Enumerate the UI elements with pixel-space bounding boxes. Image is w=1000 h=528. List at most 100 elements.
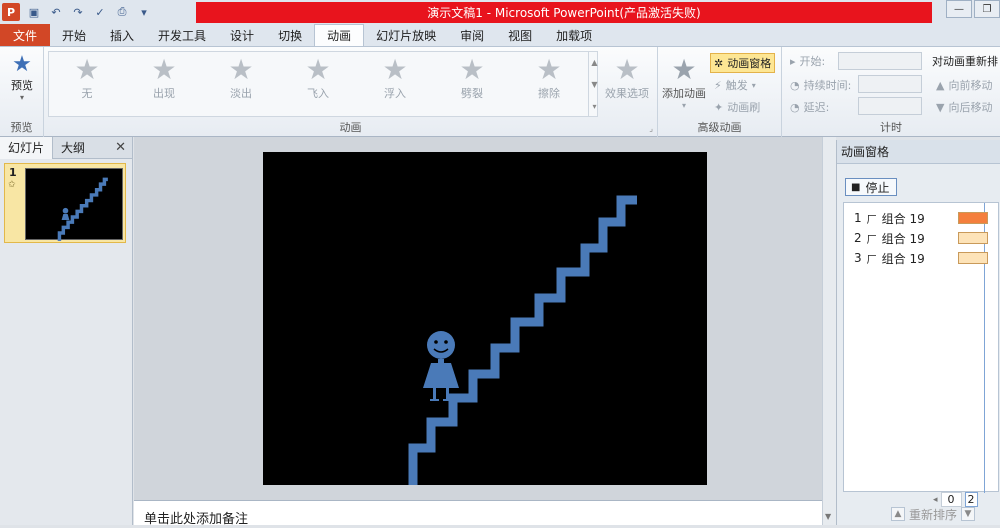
- restore-icon[interactable]: ❐: [974, 0, 1000, 18]
- slide-thumbnail: [25, 168, 123, 241]
- stop-label: 停止: [865, 180, 890, 195]
- window-title: 演示文稿1 - Microsoft PowerPoint(产品激活失败): [196, 2, 932, 23]
- trigger-icon: ⚡: [714, 78, 722, 92]
- timing-bar[interactable]: [958, 232, 988, 244]
- customize-qat-icon[interactable]: ▾: [136, 4, 152, 20]
- scroll-up-icon[interactable]: ▲: [591, 58, 597, 67]
- animation-index: 3: [854, 251, 862, 265]
- preview-star-icon: ★: [12, 52, 32, 77]
- star-icon: ★: [228, 53, 254, 86]
- arrow-down-icon: ▼: [936, 100, 945, 114]
- star-icon: ★: [536, 53, 562, 86]
- trigger-button[interactable]: ⚡ 触发 ▾: [714, 77, 756, 93]
- move-later-button[interactable]: ▼ 向后移动: [936, 99, 992, 115]
- slide-canvas[interactable]: [263, 152, 707, 485]
- scroll-down-icon[interactable]: ▼: [825, 512, 831, 521]
- preview-button[interactable]: ★ 预览 ▾: [8, 52, 36, 103]
- tab-transitions[interactable]: 切换: [266, 24, 314, 46]
- tab-design[interactable]: 设计: [218, 24, 266, 46]
- slide-artwork: [408, 195, 637, 485]
- chevron-down-icon: ▾: [751, 80, 756, 90]
- add-animation-label: 添加动画: [662, 87, 706, 100]
- trigger-mouse-icon: 厂: [866, 254, 877, 266]
- move-earlier-button[interactable]: ▲ 向前移动: [936, 77, 992, 93]
- stick-figure-shape[interactable]: [423, 331, 459, 401]
- spelling-icon[interactable]: ✓: [92, 4, 108, 20]
- list-item[interactable]: 1 厂 组合 19: [844, 209, 1000, 227]
- effect-options-icon: ★: [614, 53, 640, 86]
- more-icon[interactable]: ▾: [592, 102, 596, 111]
- reorder-title: 对动画重新排: [932, 55, 998, 68]
- tab-slideshow[interactable]: 幻灯片放映: [364, 24, 448, 46]
- animation-painter-button[interactable]: ✦ 动画刷: [714, 99, 760, 115]
- animation-group: ★ 无 ★ 出现 ★ 淡出 ★ 飞入 ★ 浮入 ★ 劈裂 ★ 擦除 ▲ ▼ ▾ …: [44, 47, 658, 137]
- start-dropdown[interactable]: [838, 52, 922, 70]
- move-later-label: 向后移动: [948, 101, 993, 114]
- tab-home[interactable]: 开始: [50, 24, 98, 46]
- animation-appear[interactable]: ★ 出现: [129, 55, 199, 101]
- delay-label: 延迟:: [803, 101, 830, 114]
- redo-icon[interactable]: ↷: [70, 4, 86, 20]
- notes-pane[interactable]: 单击此处添加备注: [134, 500, 822, 527]
- tab-file[interactable]: 文件: [0, 24, 50, 46]
- move-down-icon[interactable]: ▼: [961, 507, 976, 521]
- delay-spinner[interactable]: [858, 97, 922, 115]
- scroll-down-icon[interactable]: ▼: [591, 80, 597, 89]
- move-earlier-label: 向前移动: [948, 79, 993, 92]
- animation-wipe-label: 擦除: [538, 87, 560, 100]
- timing-bar[interactable]: [958, 252, 988, 264]
- slide-thumbnail-selected[interactable]: 1 ✩: [4, 163, 126, 243]
- animation-pane: 动画窗格 ■ 停止 1 厂 组合 19 2 厂 组合 19 3 厂 组合 19 …: [836, 140, 1000, 525]
- effect-options-label: 效果选项: [605, 87, 649, 100]
- stop-icon: ■: [851, 181, 861, 193]
- vertical-scrollbar[interactable]: ▼: [822, 137, 836, 525]
- animation-none-label: 无: [81, 87, 93, 100]
- stop-button[interactable]: ■ 停止: [845, 178, 897, 196]
- animation-fade-label: 淡出: [230, 87, 252, 100]
- animation-split[interactable]: ★ 劈裂: [437, 55, 507, 101]
- advanced-animation-group: ★ 添加动画 ▾ ✲ 动画窗格 ⚡ 触发 ▾ ✦ 动画刷 高级动画: [658, 47, 782, 137]
- effect-options-button[interactable]: ★ 效果选项: [600, 55, 654, 101]
- tab-insert[interactable]: 插入: [98, 24, 146, 46]
- tab-view[interactable]: 视图: [496, 24, 544, 46]
- tab-outline[interactable]: 大纲: [53, 137, 93, 159]
- dialog-launcher-icon[interactable]: ⌟: [649, 124, 653, 133]
- animation-none[interactable]: ★ 无: [52, 55, 122, 101]
- ribbon-tabs: 文件 开始 插入 开发工具 设计 切换 动画 幻灯片放映 审阅 视图 加载项: [0, 24, 1000, 46]
- list-item[interactable]: 2 厂 组合 19: [844, 229, 1000, 247]
- tab-review[interactable]: 审阅: [448, 24, 496, 46]
- star-icon: ★: [74, 53, 100, 86]
- slides-panel: 幻灯片 大纲 ✕ 1 ✩: [0, 136, 133, 525]
- close-icon[interactable]: ✕: [115, 140, 126, 155]
- tab-developer[interactable]: 开发工具: [146, 24, 218, 46]
- start-label: 开始:: [799, 55, 826, 68]
- print-icon[interactable]: ⎙: [114, 4, 130, 20]
- tab-addins[interactable]: 加载项: [544, 24, 604, 46]
- animation-pane-button[interactable]: ✲ 动画窗格: [710, 53, 776, 73]
- slides-panel-tabs: 幻灯片 大纲 ✕: [0, 136, 132, 159]
- duration-label: 持续时间:: [803, 79, 852, 92]
- tab-animations[interactable]: 动画: [314, 24, 365, 46]
- save-icon[interactable]: ▣: [26, 4, 42, 20]
- animation-fade[interactable]: ★ 淡出: [206, 55, 276, 101]
- delay-field: ◔ 延迟:: [790, 99, 829, 115]
- tab-slides[interactable]: 幻灯片: [0, 136, 54, 159]
- animation-pane-title: 动画窗格: [837, 140, 1000, 164]
- trigger-mouse-icon: 厂: [866, 214, 877, 226]
- arrow-up-icon: ▲: [936, 78, 945, 92]
- undo-icon[interactable]: ↶: [48, 4, 64, 20]
- duration-spinner[interactable]: [858, 75, 922, 93]
- minimize-icon[interactable]: —: [946, 0, 972, 18]
- animation-painter-label: 动画刷: [727, 101, 761, 114]
- move-up-icon[interactable]: ▲: [891, 507, 905, 521]
- animation-fly-in[interactable]: ★ 飞入: [283, 55, 353, 101]
- animation-name: 组合 19: [881, 231, 925, 246]
- slide-number: 1: [9, 166, 17, 179]
- animation-wipe[interactable]: ★ 擦除: [514, 55, 584, 101]
- add-animation-button[interactable]: ★ 添加动画 ▾: [658, 55, 710, 111]
- gallery-scroll[interactable]: ▲ ▼ ▾: [588, 51, 600, 117]
- list-item[interactable]: 3 厂 组合 19: [844, 249, 1000, 267]
- timing-bar[interactable]: [958, 212, 988, 224]
- animation-float-in[interactable]: ★ 浮入: [360, 55, 430, 101]
- animation-pane-icon: ✲: [714, 56, 724, 70]
